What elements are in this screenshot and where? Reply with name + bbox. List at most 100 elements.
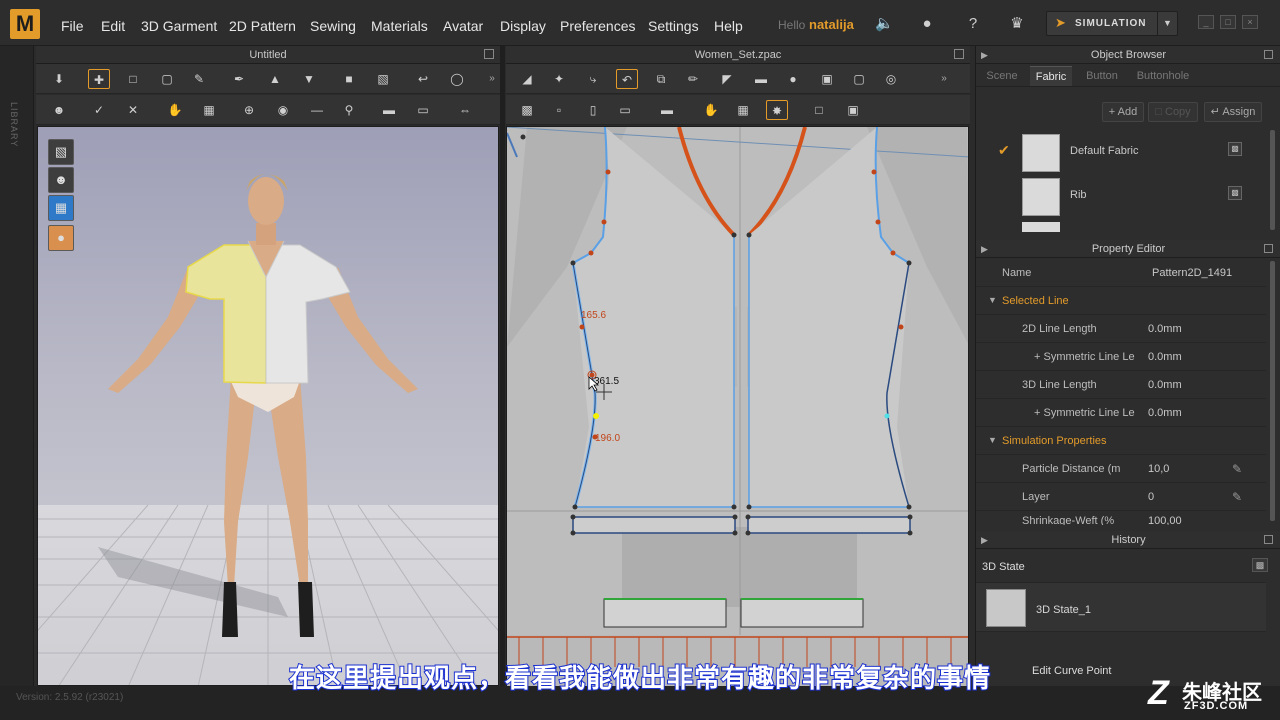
fabric-item[interactable]: Rib ▩ (978, 174, 1258, 218)
viewport-2d[interactable]: 165.6 361.5 196.0 (506, 126, 969, 688)
brush-icon[interactable]: ✕ (122, 100, 144, 120)
circle-icon[interactable]: ● (782, 69, 804, 89)
hand-icon[interactable]: ✋ (164, 100, 186, 120)
notch-icon[interactable]: ▫ (548, 100, 570, 120)
measure-icon[interactable]: ▭ (412, 100, 434, 120)
arrange-icon[interactable]: ⇔ (454, 100, 476, 120)
account-icon[interactable]: ● (918, 15, 936, 33)
menu-settings[interactable]: Settings (648, 18, 699, 34)
internal-polygon-icon[interactable]: ▣ (816, 69, 838, 89)
menu-edit[interactable]: Edit (101, 18, 125, 34)
menu-sewing[interactable]: Sewing (310, 18, 356, 34)
iron-icon[interactable]: ▬ (378, 100, 400, 120)
copy-button[interactable]: □ Copy (1148, 102, 1198, 122)
texture-view-button[interactable]: ▦ (48, 195, 74, 221)
menu-help[interactable]: Help (714, 18, 743, 34)
history-item[interactable]: 3D State_1 (976, 582, 1266, 632)
select-box-icon[interactable]: □ (808, 100, 830, 120)
texture-icon[interactable]: ▦ (732, 100, 754, 120)
property-value[interactable]: 0.0mm (1148, 379, 1182, 391)
avatar-settings-icon[interactable]: ♛ (1008, 15, 1026, 33)
avatar-skin-button[interactable]: ● (48, 225, 74, 251)
viewport-3d[interactable]: ▧ ☻ ▦ ● (37, 126, 499, 686)
menu-file[interactable]: File (61, 18, 84, 34)
menu-avatar[interactable]: Avatar (443, 18, 483, 34)
maximize-icon[interactable] (484, 49, 494, 59)
add-point-icon[interactable]: ⧉ (650, 69, 672, 89)
avatar-walk-icon[interactable]: ☻ (48, 100, 70, 120)
simulation-button[interactable]: ➤ SIMULATION ▼ (1046, 11, 1178, 36)
property-value[interactable]: 10,0 (1148, 463, 1169, 475)
sewing-line-icon[interactable]: ▭ (614, 100, 636, 120)
pin-icon[interactable]: ✓ (88, 100, 110, 120)
expand-arrow-icon[interactable]: ▶ (981, 531, 988, 549)
shirt-icon[interactable]: ▧ (372, 69, 394, 89)
texture-icon[interactable]: ▦ (198, 100, 220, 120)
maximize-icon[interactable] (1264, 50, 1273, 59)
minimize-button[interactable]: _ (1198, 15, 1214, 29)
property-value[interactable]: Pattern2D_1491 (1152, 267, 1232, 279)
grain-icon[interactable]: ✸ (766, 100, 788, 120)
property-editor-scrollbar[interactable] (1270, 261, 1275, 521)
edit-icon[interactable]: ✎ (1232, 490, 1242, 504)
garment-icon[interactable]: ■ (338, 69, 360, 89)
close-button[interactable]: × (1242, 15, 1258, 29)
add-button[interactable]: + Add (1102, 102, 1144, 122)
zipper-icon[interactable]: ⚲ (338, 100, 360, 120)
library-tab[interactable]: LIBRARY (0, 46, 34, 686)
fold-arrangement-icon[interactable]: ▬ (656, 100, 678, 120)
section-simulation-properties[interactable]: ▼ Simulation Properties (976, 427, 1266, 455)
button-icon[interactable]: ◉ (272, 100, 294, 120)
chevron-down-icon[interactable]: ▼ (988, 295, 997, 305)
internal-circle-icon[interactable]: ◎ (880, 69, 902, 89)
speaker-icon[interactable]: 🔈 (875, 15, 894, 33)
transform-icon[interactable]: ▢ (156, 69, 178, 89)
property-value[interactable]: 0.0mm (1148, 323, 1182, 335)
lasso-icon[interactable]: ◯ (446, 69, 468, 89)
object-browser-scrollbar[interactable] (1270, 130, 1275, 230)
edit-icon[interactable]: ✎ (1232, 462, 1242, 476)
more-icon[interactable]: » (486, 69, 498, 89)
history-capture-icon[interactable]: ▩ (1252, 558, 1268, 572)
menu-display[interactable]: Display (500, 18, 546, 34)
avatar-visibility-button[interactable]: ☻ (48, 167, 74, 193)
pin-icon[interactable]: ✋ (700, 100, 722, 120)
restore-button[interactable]: □ (1220, 15, 1236, 29)
topstitch-icon[interactable]: — (306, 100, 328, 120)
select-all-icon[interactable]: ▣ (842, 100, 864, 120)
chevron-down-icon[interactable]: ▼ (988, 435, 997, 445)
garment-visibility-button[interactable]: ▧ (48, 139, 74, 165)
expand-arrow-icon[interactable]: ▶ (981, 46, 988, 64)
menu-preferences[interactable]: Preferences (560, 18, 635, 34)
edit-curve-point-icon[interactable]: ↶ (616, 69, 638, 89)
property-value[interactable]: 0 (1148, 491, 1154, 503)
tack-icon[interactable]: ▼ (298, 69, 320, 89)
fabric-item[interactable]: ✔ Default Fabric ▩ (978, 130, 1258, 174)
pen-icon[interactable]: ✏ (682, 69, 704, 89)
expand-arrow-icon[interactable]: ▶ (981, 240, 988, 258)
menu-2d-pattern[interactable]: 2D Pattern (229, 18, 296, 34)
menu-3d-garment[interactable]: 3D Garment (141, 18, 217, 34)
internal-rectangle-icon[interactable]: ▢ (848, 69, 870, 89)
sewing-icon[interactable]: ↩ (412, 69, 434, 89)
edit-icon[interactable]: ✎ (188, 69, 210, 89)
property-value[interactable]: 0.0mm (1148, 351, 1182, 363)
select-mesh-icon[interactable]: □ (122, 69, 144, 89)
maximize-icon[interactable] (1264, 244, 1273, 253)
menu-materials[interactable]: Materials (371, 18, 428, 34)
select-move-icon[interactable]: ✚ (88, 69, 110, 89)
more-icon[interactable]: » (938, 69, 950, 89)
shape-icon[interactable]: ◤ (716, 69, 738, 89)
viewport-divider[interactable] (500, 46, 505, 686)
polygon-icon[interactable]: ◢ (516, 69, 538, 89)
trace-icon[interactable]: ▩ (516, 100, 538, 120)
fabric-action-icon[interactable]: ▩ (1228, 186, 1242, 200)
section-selected-line[interactable]: ▼ Selected Line (976, 287, 1266, 315)
property-value[interactable]: 100,00 (1148, 515, 1182, 525)
assign-button[interactable]: ↵ Assign (1204, 102, 1262, 122)
tab-fabric[interactable]: Fabric (1030, 66, 1072, 86)
tab-scene[interactable]: Scene (982, 66, 1022, 86)
pen-icon[interactable]: ✒ (228, 69, 250, 89)
curve-icon[interactable]: ⤷ (582, 69, 604, 89)
chevron-down-icon[interactable]: ▼ (1157, 12, 1177, 35)
